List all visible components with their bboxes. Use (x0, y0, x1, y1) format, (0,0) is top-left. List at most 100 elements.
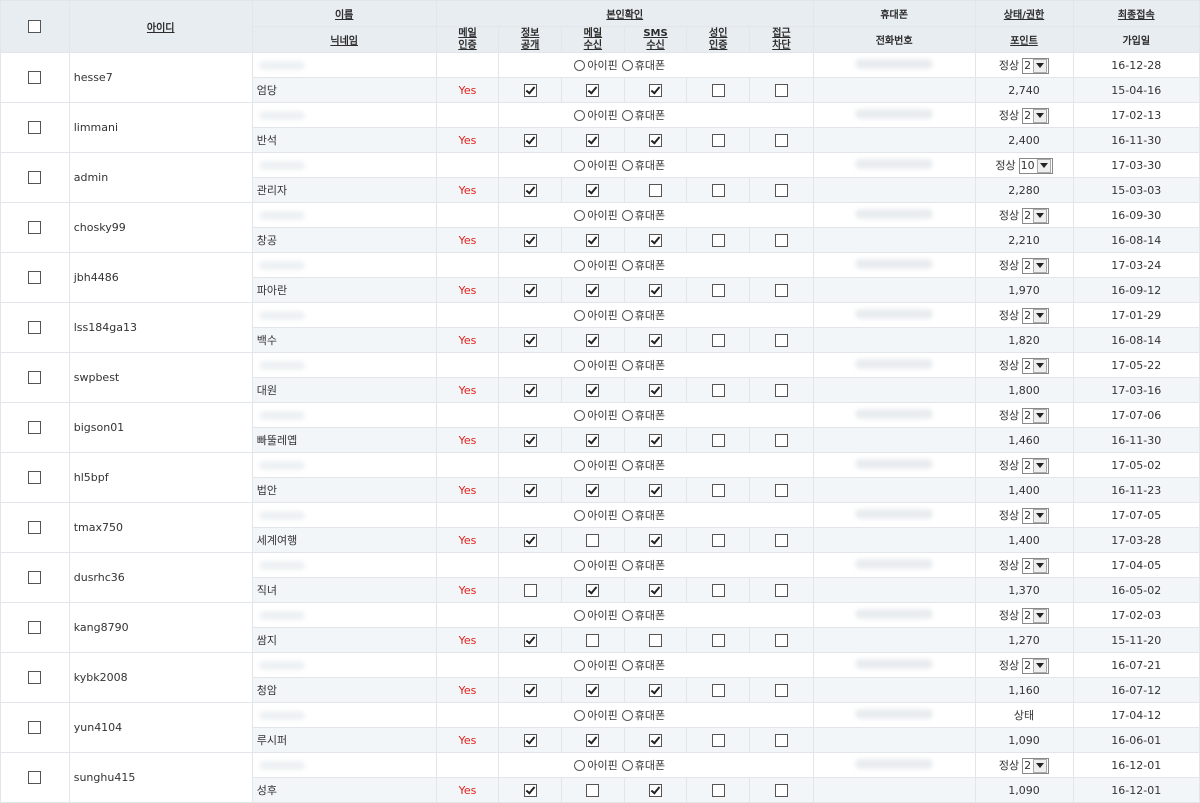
member-id[interactable]: sunghu415 (70, 771, 251, 784)
info-public-checkbox[interactable] (523, 683, 537, 697)
sms-recv-checkbox[interactable] (649, 783, 663, 797)
adult-verify-checkbox[interactable] (711, 533, 725, 547)
level-select[interactable]: 2 (1022, 757, 1050, 774)
member-id[interactable]: hesse7 (70, 71, 251, 84)
member-id-cell[interactable]: kang8790 (68, 602, 253, 653)
phone-radio[interactable] (621, 209, 633, 221)
block-checkbox[interactable] (774, 83, 788, 97)
col-mail-verify[interactable]: 메일 인증 (435, 26, 500, 53)
chevron-down-icon[interactable] (1033, 208, 1048, 223)
ipin-radio[interactable] (574, 459, 586, 471)
member-id[interactable]: limmani (70, 121, 251, 134)
block-checkbox[interactable] (774, 533, 788, 547)
adult-verify-checkbox[interactable] (711, 133, 725, 147)
member-id-cell[interactable]: yun4104 (68, 702, 253, 753)
sms-recv-checkbox[interactable] (649, 483, 663, 497)
row-checkbox[interactable] (28, 71, 42, 85)
member-id[interactable]: chosky99 (70, 221, 251, 234)
level-select[interactable]: 2 (1022, 607, 1050, 624)
sms-recv-checkbox[interactable] (649, 533, 663, 547)
sms-recv-checkbox[interactable] (649, 433, 663, 447)
level-select[interactable]: 2 (1022, 107, 1050, 124)
sms-recv-checkbox[interactable] (649, 333, 663, 347)
select-all-checkbox[interactable] (28, 20, 42, 33)
chevron-down-icon[interactable] (1033, 458, 1048, 473)
info-public-checkbox[interactable] (523, 233, 537, 247)
block-checkbox[interactable] (774, 233, 788, 247)
chevron-down-icon[interactable] (1033, 658, 1048, 673)
chevron-down-icon[interactable] (1033, 558, 1048, 573)
member-id[interactable]: lss184ga13 (70, 321, 251, 334)
chevron-down-icon[interactable] (1036, 158, 1051, 173)
block-checkbox[interactable] (774, 383, 788, 397)
row-checkbox[interactable] (28, 221, 42, 235)
member-id[interactable]: jbh4486 (70, 271, 251, 284)
member-id-cell[interactable]: kybk2008 (68, 652, 253, 703)
info-public-checkbox[interactable] (523, 133, 537, 147)
block-checkbox[interactable] (774, 583, 788, 597)
ipin-radio[interactable] (574, 159, 586, 171)
row-checkbox[interactable] (28, 471, 42, 485)
adult-verify-checkbox[interactable] (711, 683, 725, 697)
mail-recv-checkbox[interactable] (586, 83, 600, 97)
block-checkbox[interactable] (774, 133, 788, 147)
member-id-cell[interactable]: admin (68, 152, 253, 203)
col-mail-recv[interactable]: 메일 수신 (561, 26, 625, 53)
level-select[interactable]: 2 (1022, 307, 1050, 324)
phone-radio[interactable] (621, 259, 633, 271)
level-select[interactable]: 2 (1022, 407, 1050, 424)
block-checkbox[interactable] (774, 283, 788, 297)
member-id-cell[interactable]: swpbest (68, 352, 253, 403)
info-public-checkbox[interactable] (523, 333, 537, 347)
mail-recv-checkbox[interactable] (586, 783, 600, 797)
phone-radio[interactable] (621, 359, 633, 371)
adult-verify-checkbox[interactable] (711, 333, 725, 347)
sms-recv-checkbox[interactable] (649, 133, 663, 147)
block-checkbox[interactable] (774, 333, 788, 347)
row-checkbox[interactable] (28, 671, 42, 685)
level-select[interactable]: 2 (1022, 207, 1050, 224)
member-id-cell[interactable]: tmax750 (68, 502, 253, 553)
member-id-cell[interactable]: jbh4486 (68, 252, 253, 303)
ipin-radio[interactable] (574, 759, 586, 771)
chevron-down-icon[interactable] (1033, 58, 1048, 73)
row-checkbox[interactable] (28, 521, 42, 535)
chevron-down-icon[interactable] (1033, 608, 1048, 623)
info-public-checkbox[interactable] (523, 533, 537, 547)
adult-verify-checkbox[interactable] (711, 783, 725, 797)
mail-recv-checkbox[interactable] (586, 533, 600, 547)
phone-radio[interactable] (621, 109, 633, 121)
mail-recv-checkbox[interactable] (586, 333, 600, 347)
ipin-radio[interactable] (574, 109, 586, 121)
info-public-checkbox[interactable] (523, 183, 537, 197)
row-checkbox[interactable] (28, 321, 42, 335)
ipin-radio[interactable] (574, 359, 586, 371)
adult-verify-checkbox[interactable] (711, 433, 725, 447)
col-id[interactable]: 아이디 (68, 0, 253, 53)
adult-verify-checkbox[interactable] (711, 383, 725, 397)
info-public-checkbox[interactable] (523, 483, 537, 497)
ipin-radio[interactable] (574, 709, 586, 721)
mail-recv-checkbox[interactable] (586, 633, 600, 647)
phone-radio[interactable] (621, 509, 633, 521)
row-checkbox[interactable] (28, 621, 42, 635)
adult-verify-checkbox[interactable] (711, 183, 725, 197)
col-sms-recv[interactable]: SMS 수신 (623, 26, 688, 53)
member-id[interactable]: tmax750 (70, 521, 251, 534)
row-checkbox[interactable] (28, 571, 42, 585)
member-id-cell[interactable]: bigson01 (68, 402, 253, 453)
adult-verify-checkbox[interactable] (711, 583, 725, 597)
member-id-cell[interactable]: lss184ga13 (68, 302, 253, 353)
member-id[interactable]: bigson01 (70, 421, 251, 434)
member-id[interactable]: swpbest (70, 371, 251, 384)
adult-verify-checkbox[interactable] (711, 283, 725, 297)
phone-radio[interactable] (621, 759, 633, 771)
mail-recv-checkbox[interactable] (586, 383, 600, 397)
block-checkbox[interactable] (774, 633, 788, 647)
sms-recv-checkbox[interactable] (649, 383, 663, 397)
phone-radio[interactable] (621, 409, 633, 421)
info-public-checkbox[interactable] (523, 433, 537, 447)
ipin-radio[interactable] (574, 659, 586, 671)
mail-recv-checkbox[interactable] (586, 683, 600, 697)
adult-verify-checkbox[interactable] (711, 633, 725, 647)
